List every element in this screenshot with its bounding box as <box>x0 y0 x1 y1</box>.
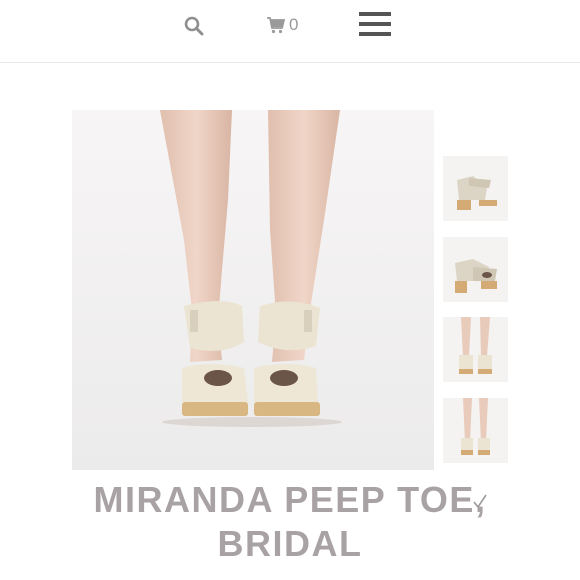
main-product-image[interactable] <box>72 110 434 470</box>
thumbnail-1[interactable] <box>443 156 508 221</box>
product-title: MIRANDA PEEP TOE, BRIDAL <box>0 478 580 566</box>
search-button[interactable] <box>182 14 206 38</box>
cart-button[interactable]: 0 <box>266 13 298 37</box>
top-navigation-bar: 0 <box>0 0 580 63</box>
hamburger-menu-icon <box>359 12 391 36</box>
search-icon <box>184 16 204 36</box>
product-title-line-2: BRIDAL <box>217 523 363 564</box>
product-title-line-1: MIRANDA PEEP TOE, <box>93 479 487 520</box>
thumbnail-3[interactable] <box>443 317 508 382</box>
menu-button[interactable] <box>359 11 391 37</box>
thumbnail-4[interactable] <box>443 398 508 463</box>
cart-icon <box>267 17 286 34</box>
cart-count: 0 <box>289 15 299 34</box>
checkmark-icon <box>473 494 487 509</box>
thumbnail-2[interactable] <box>443 237 508 302</box>
